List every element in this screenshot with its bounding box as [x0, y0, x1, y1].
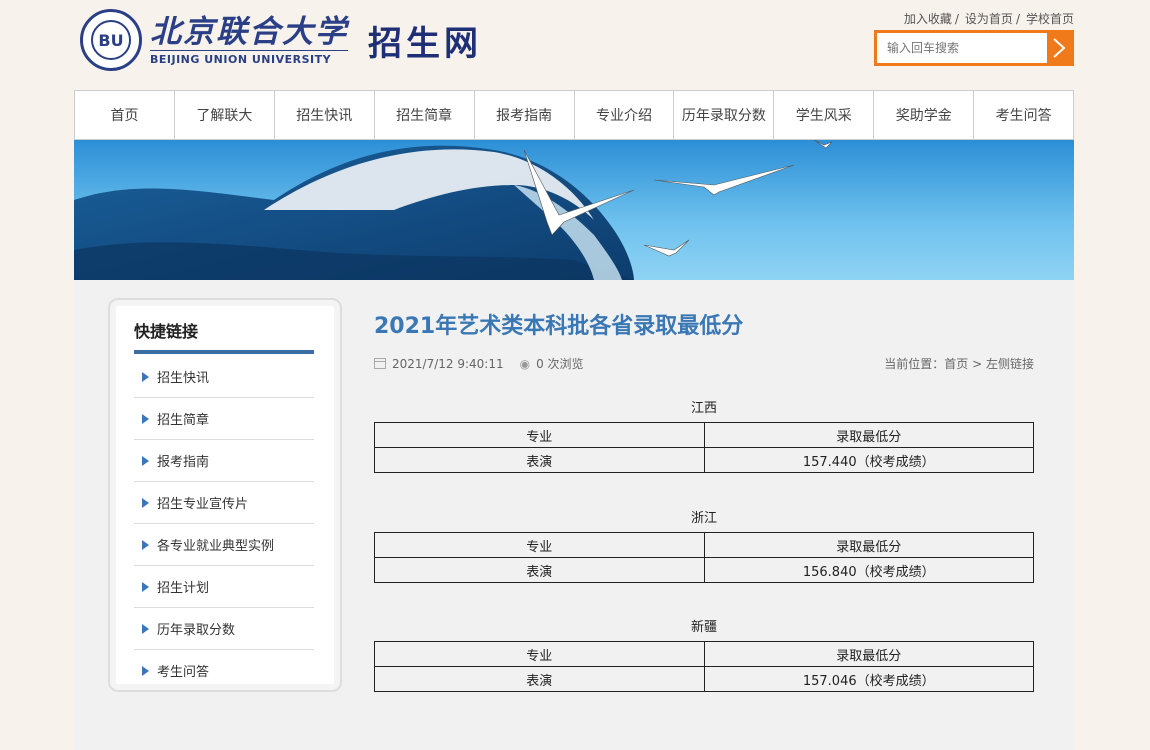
- search-input[interactable]: [877, 33, 1047, 63]
- article-date: 2021/7/12 9:40:11: [392, 356, 504, 371]
- table-row: 表演 156.840（校考成绩）: [374, 557, 1034, 583]
- table-row: 表演 157.440（校考成绩）: [374, 447, 1034, 473]
- table-cell: 157.440（校考成绩）: [703, 447, 1034, 473]
- sidebar-item-plan[interactable]: 招生计划: [134, 566, 314, 608]
- table-header-cell: 录取最低分: [703, 532, 1034, 558]
- score-table: 专业 录取最低分 表演 157.046（校考成绩）: [374, 641, 1034, 692]
- table-header-cell: 专业: [374, 422, 705, 448]
- article-views: 0 次浏览: [536, 357, 584, 371]
- table-header-cell: 专业: [374, 641, 705, 667]
- triangle-right-icon: [142, 455, 149, 466]
- article-meta: 2021/7/12 9:40:11 ◉ 0 次浏览 当前位置：首页 > 左侧链接: [374, 355, 1034, 371]
- score-table: 专业 录取最低分 表演 157.440（校考成绩）: [374, 422, 1034, 473]
- breadcrumb-home[interactable]: 首页: [944, 357, 968, 371]
- table-cell: 156.840（校考成绩）: [703, 557, 1034, 583]
- table-cell: 157.046（校考成绩）: [703, 666, 1034, 692]
- triangle-right-icon: [142, 623, 149, 634]
- province-block-zhejiang: 浙江 专业 录取最低分 表演 156.840（校考成绩）: [374, 510, 1034, 583]
- province-name: 新疆: [690, 620, 717, 635]
- table-header-row: 专业 录取最低分: [374, 641, 1034, 667]
- triangle-right-icon: [142, 413, 149, 424]
- triangle-right-icon: [142, 581, 149, 592]
- table-row: 表演 157.046（校考成绩）: [374, 666, 1034, 692]
- triangle-right-icon: [142, 371, 149, 382]
- logo[interactable]: BU 北京联合大学 BEIJING UNION UNIVERSITY 招生网: [80, 6, 482, 74]
- province-name: 江西: [690, 401, 717, 416]
- sidebar-item-promo-video[interactable]: 招生专业宣传片: [134, 482, 314, 524]
- search-box: [874, 30, 1074, 66]
- search-button[interactable]: [1047, 33, 1071, 63]
- top-links: 加入收藏 / 设为首页 / 学校首页: [903, 12, 1074, 26]
- table-cell: 表演: [374, 447, 705, 473]
- sidebar-item-qa[interactable]: 考生问答: [134, 650, 314, 692]
- sidebar: 快捷链接 招生快讯 招生简章 报考指南 招生专业宣传片 各专业就业典型实例 招生…: [108, 298, 342, 692]
- add-favorite-link[interactable]: 加入收藏: [904, 12, 952, 26]
- score-table: 专业 录取最低分 表演 156.840（校考成绩）: [374, 532, 1034, 583]
- content-area: 快捷链接 招生快讯 招生简章 报考指南 招生专业宣传片 各专业就业典型实例 招生…: [74, 280, 1074, 750]
- set-homepage-link[interactable]: 设为首页: [965, 12, 1013, 26]
- university-seal-icon: BU: [80, 9, 142, 71]
- site-name: 招生网: [368, 23, 482, 64]
- nav-item-home[interactable]: 首页: [75, 91, 175, 139]
- chevron-right-icon: [1053, 38, 1066, 58]
- nav-item-students[interactable]: 学生风采: [774, 91, 875, 139]
- triangle-right-icon: [142, 539, 149, 550]
- table-header-cell: 录取最低分: [703, 422, 1034, 448]
- sidebar-list: 招生快讯 招生简章 报考指南 招生专业宣传片 各专业就业典型实例 招生计划 历年…: [134, 356, 314, 692]
- nav-item-brochure[interactable]: 招生简章: [375, 91, 475, 139]
- sidebar-item-brochure[interactable]: 招生简章: [134, 398, 314, 440]
- nav-item-majors[interactable]: 专业介绍: [575, 91, 675, 139]
- table-cell: 表演: [374, 666, 705, 692]
- sidebar-title: 快捷链接: [134, 318, 314, 354]
- nav-item-about[interactable]: 了解联大: [175, 91, 275, 139]
- university-name-en: BEIJING UNION UNIVERSITY: [150, 50, 348, 66]
- nav-item-news[interactable]: 招生快讯: [275, 91, 375, 139]
- triangle-right-icon: [142, 665, 149, 676]
- triangle-right-icon: [142, 497, 149, 508]
- university-name-cn: 北京联合大学: [150, 14, 348, 50]
- nav-item-scholarships[interactable]: 奖助学金: [874, 91, 975, 139]
- article-title: 2021年艺术类本科批各省录取最低分: [374, 314, 744, 339]
- nav-item-guide[interactable]: 报考指南: [475, 91, 575, 139]
- calendar-icon: [374, 358, 386, 369]
- province-block-xinjiang: 新疆 专业 录取最低分 表演 157.046（校考成绩）: [374, 619, 1034, 692]
- nav-item-qa[interactable]: 考生问答: [974, 91, 1073, 139]
- table-header-cell: 录取最低分: [703, 641, 1034, 667]
- school-homepage-link[interactable]: 学校首页: [1026, 12, 1074, 26]
- province-block-jiangxi: 江西 专业 录取最低分 表演 157.440（校考成绩）: [374, 400, 1034, 473]
- eye-icon: ◉: [519, 356, 531, 371]
- table-cell: 表演: [374, 557, 705, 583]
- sidebar-item-employment-cases[interactable]: 各专业就业典型实例: [134, 524, 314, 566]
- breadcrumb-current[interactable]: 左侧链接: [986, 357, 1034, 371]
- table-header-row: 专业 录取最低分: [374, 532, 1034, 558]
- main-nav: 首页 了解联大 招生快讯 招生简章 报考指南 专业介绍 历年录取分数 学生风采 …: [74, 90, 1074, 140]
- header: BU 北京联合大学 BEIJING UNION UNIVERSITY 招生网 加…: [74, 0, 1074, 90]
- sidebar-item-guide[interactable]: 报考指南: [134, 440, 314, 482]
- banner-image: [74, 140, 1074, 280]
- nav-item-scores[interactable]: 历年录取分数: [674, 91, 775, 139]
- sidebar-item-scores[interactable]: 历年录取分数: [134, 608, 314, 650]
- sidebar-item-news[interactable]: 招生快讯: [134, 356, 314, 398]
- province-name: 浙江: [690, 511, 717, 526]
- breadcrumb: 当前位置：首页 > 左侧链接: [884, 357, 1034, 371]
- table-header-cell: 专业: [374, 532, 705, 558]
- table-header-row: 专业 录取最低分: [374, 422, 1034, 448]
